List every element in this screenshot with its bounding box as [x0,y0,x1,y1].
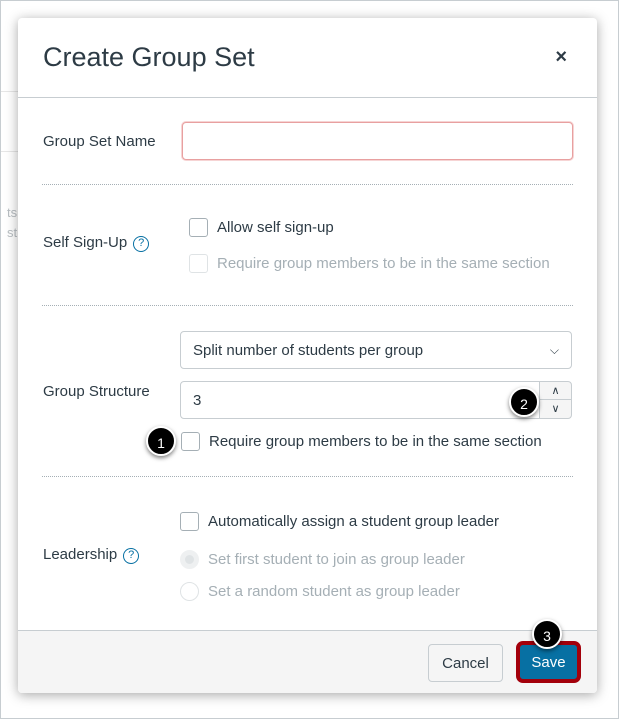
bg-text: st [7,225,18,240]
callout-badge-1: 1 [146,426,176,456]
auto-assign-leader-checkbox[interactable]: Automatically assign a student group lea… [180,512,499,531]
callout-badge-3: 3 [532,619,562,649]
radio-icon [180,550,199,569]
group-structure-label: Group Structure [43,383,150,400]
structure-same-section-checkbox[interactable]: Require group members to be in the same … [181,432,542,451]
students-per-group-input[interactable]: 3 [180,381,540,419]
radio-label: Set first student to join as group leade… [208,551,465,568]
allow-self-signup-checkbox[interactable]: Allow self sign-up [189,218,334,237]
dialog-header: Create Group Set × [18,18,597,98]
chevron-down-icon[interactable]: ∨ [540,400,571,418]
checkbox-label: Allow self sign-up [217,219,334,236]
dialog-footer: Cancel Save [18,630,597,693]
group-set-name-input[interactable] [182,122,573,160]
chevron-down-icon: ⌵ [549,342,559,357]
chevron-up-icon[interactable]: ∧ [540,382,571,400]
bg-text: ts [7,205,18,220]
select-value: Split number of students per group [193,341,424,359]
callout-badge-2: 2 [509,387,539,417]
radio-icon [180,582,199,601]
radio-label: Set a random student as group leader [208,583,460,600]
checkbox-box [189,254,208,273]
checkbox-box[interactable] [189,218,208,237]
leadership-text: Leadership [43,546,118,563]
checkbox-label: Require group members to be in the same … [209,433,542,450]
leadership-label: Leadership? [43,546,140,564]
help-icon[interactable]: ? [133,236,150,252]
help-icon[interactable]: ? [123,548,140,564]
self-signup-label: Self Sign-Up? [43,234,150,252]
signup-same-section-checkbox: Require group members to be in the same … [189,254,550,273]
checkbox-label: Require group members to be in the same … [217,255,550,272]
self-signup-text: Self Sign-Up [43,234,128,251]
dialog-title: Create Group Set [43,42,255,72]
cancel-button[interactable]: Cancel [428,644,503,682]
divider [42,305,573,306]
close-icon[interactable]: × [555,46,567,69]
group-structure-select[interactable]: Split number of students per group ⌵ [180,331,572,369]
checkbox-label: Automatically assign a student group lea… [208,513,500,530]
divider [42,184,573,185]
checkbox-box[interactable] [181,432,200,451]
number-stepper[interactable]: ∧ ∨ [539,381,572,419]
random-student-leader-radio: Set a random student as group leader [180,582,460,601]
divider [42,476,573,477]
first-student-leader-radio: Set first student to join as group leade… [180,550,465,569]
group-set-name-label: Group Set Name [43,133,156,150]
checkbox-box[interactable] [180,512,199,531]
create-group-set-dialog: Create Group Set × Group Set Name Self S… [18,18,597,693]
